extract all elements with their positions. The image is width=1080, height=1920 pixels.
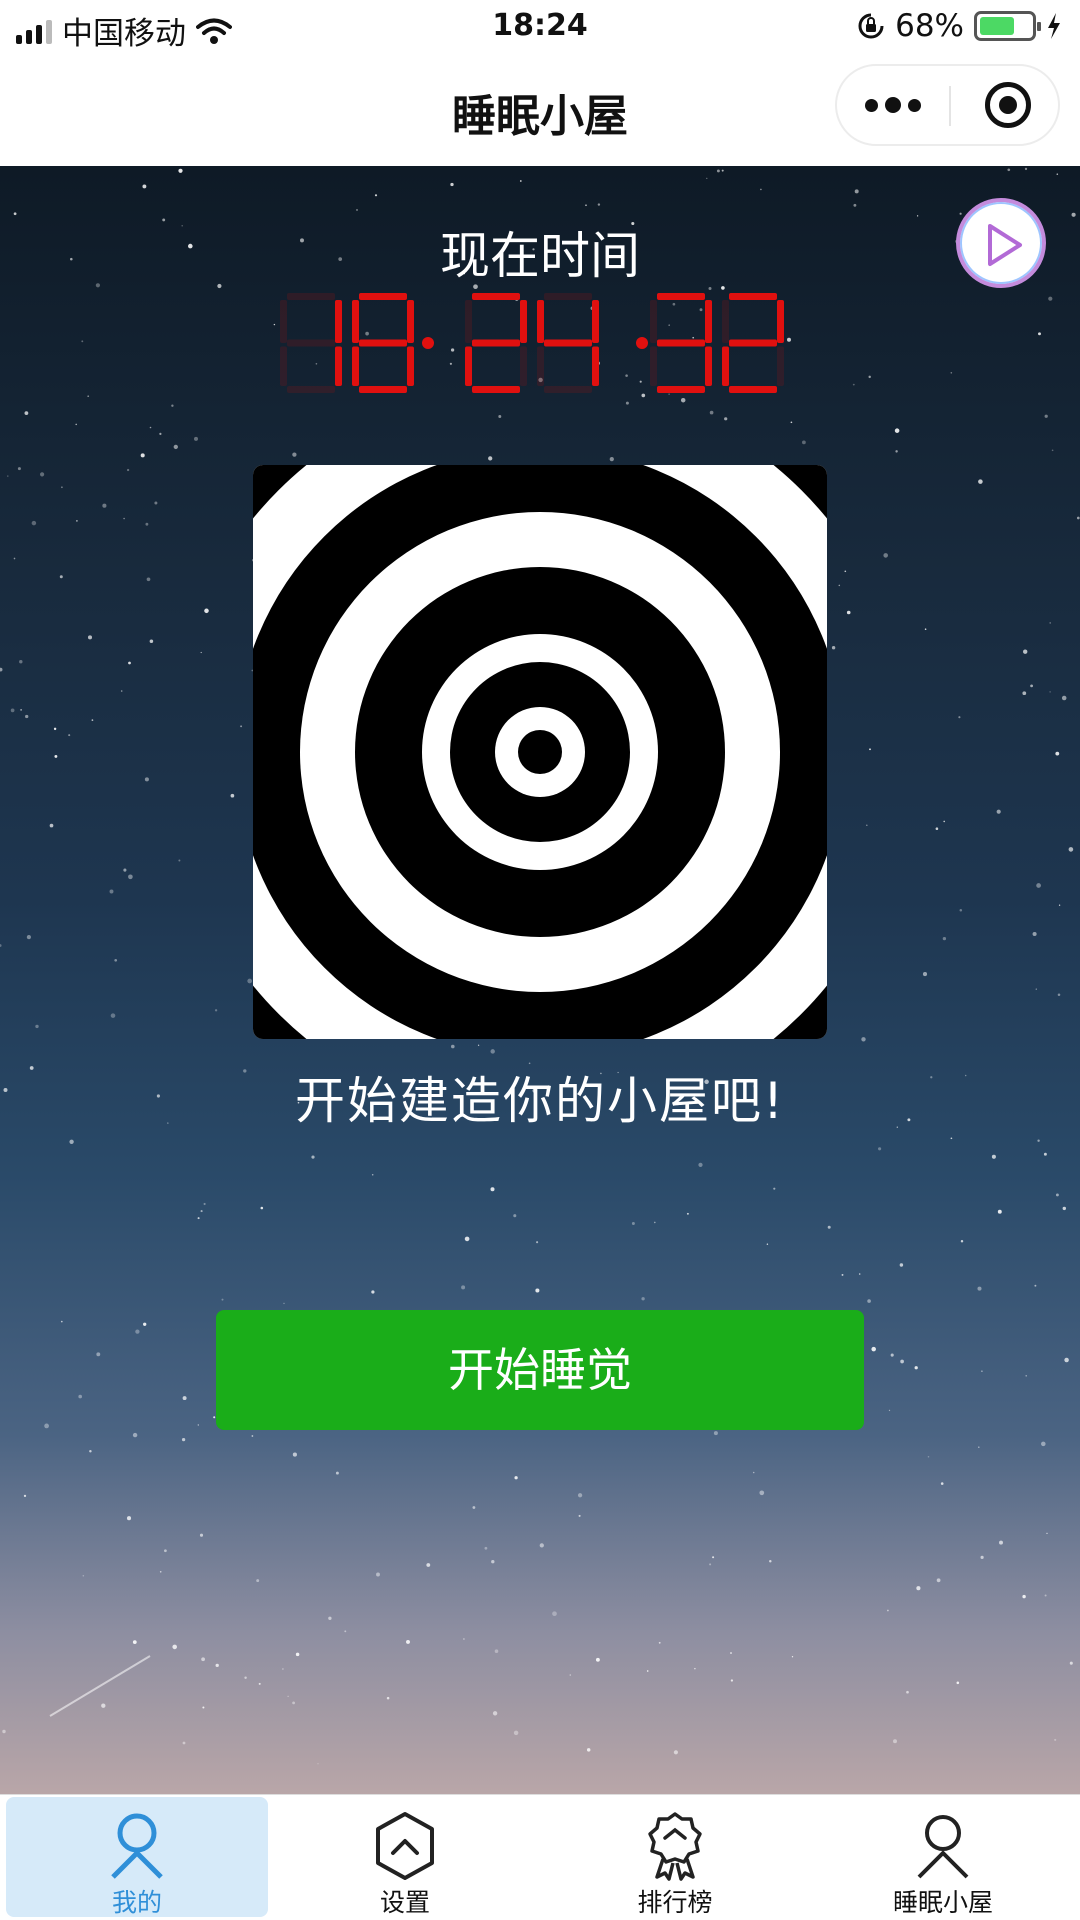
clock-segment — [335, 300, 342, 343]
clock-segment — [705, 346, 712, 386]
clock-segment — [465, 300, 472, 343]
hypnotic-spiral-image — [253, 465, 827, 1039]
clock-segment — [592, 346, 599, 386]
tab-mine[interactable]: 我的 — [6, 1797, 268, 1917]
clock-segment — [472, 386, 520, 393]
clock-segment — [407, 300, 414, 343]
clock-segment — [287, 339, 335, 347]
clock-segment — [544, 339, 592, 347]
clock-segment — [722, 300, 729, 343]
clock-segment — [352, 300, 359, 343]
clock-segment — [729, 386, 777, 393]
clock-segment — [472, 339, 520, 347]
shooting-star — [49, 1655, 151, 1717]
clock-segment — [280, 300, 287, 343]
status-bar: 中国移动 18:24 68% — [0, 0, 1080, 54]
battery-percent: 68% — [895, 8, 964, 44]
clock-segment — [472, 293, 520, 300]
charging-icon — [1048, 13, 1060, 39]
target-icon[interactable] — [985, 82, 1031, 128]
clock-segment — [359, 339, 407, 347]
tab-bar: 我的 设置 排行榜 睡眠小屋 — [0, 1794, 1080, 1920]
clock-segment — [777, 300, 784, 343]
clock-segment — [287, 293, 335, 300]
clock-segment — [465, 346, 472, 386]
clock-segment — [650, 346, 657, 386]
tab-leaderboard[interactable]: 排行榜 — [544, 1797, 806, 1917]
clock-label: 现在时间 — [440, 227, 640, 285]
clock-segment — [722, 346, 729, 386]
digital-clock — [280, 293, 784, 393]
menu-capsule — [835, 64, 1060, 146]
tab-label: 设置 — [379, 1888, 430, 1917]
clock-segment — [359, 386, 407, 393]
battery-fill — [980, 17, 1014, 35]
clock-segment — [280, 346, 287, 386]
award-icon — [648, 1812, 702, 1881]
clock-segment — [352, 346, 359, 386]
clock-segment — [592, 300, 599, 343]
more-icon[interactable] — [837, 66, 949, 144]
start-sleep-button[interactable]: 开始睡觉 — [216, 1310, 864, 1430]
clock-segment — [650, 300, 657, 343]
clock-segment — [657, 339, 705, 347]
play-icon — [988, 224, 1022, 266]
nav-bar: 睡眠小屋 — [0, 54, 1080, 166]
clock-segment — [537, 300, 544, 343]
clock-segment — [657, 386, 705, 393]
clock-segment — [657, 293, 705, 300]
tab-sleep-house[interactable]: 睡眠小屋 — [812, 1797, 1074, 1917]
clock-segment — [287, 386, 335, 393]
tagline: 开始建造你的小屋吧! — [294, 1072, 786, 1130]
clock-segment — [544, 293, 592, 300]
main-area: 现在时间 开始建造你的小屋吧! 开始睡觉 — [0, 166, 1080, 1794]
clock-segment — [359, 293, 407, 300]
clock-segment — [705, 300, 712, 343]
clock-segment — [335, 346, 342, 386]
clock-segment — [729, 293, 777, 300]
capsule-divider — [949, 86, 951, 126]
tab-label: 我的 — [111, 1888, 162, 1917]
status-right: 68% — [857, 8, 1062, 44]
clock-segment — [520, 346, 527, 386]
clock-segment — [777, 346, 784, 386]
clock-colon — [422, 337, 434, 349]
clock-segment — [544, 386, 592, 393]
clock-colon — [636, 337, 648, 349]
person-icon — [917, 1815, 969, 1879]
tab-label: 睡眠小屋 — [892, 1888, 993, 1917]
battery-icon — [974, 11, 1041, 41]
play-button[interactable] — [956, 198, 1046, 288]
clock-segment — [407, 346, 414, 386]
user-icon — [111, 1813, 163, 1879]
clock-segment — [537, 346, 544, 386]
hexagon-chevron-icon — [376, 1812, 434, 1880]
rotation-lock-icon — [858, 13, 884, 39]
tab-label: 排行榜 — [637, 1888, 713, 1917]
clock-segment — [729, 339, 777, 347]
clock-segment — [520, 300, 527, 343]
tab-settings[interactable]: 设置 — [274, 1797, 536, 1917]
